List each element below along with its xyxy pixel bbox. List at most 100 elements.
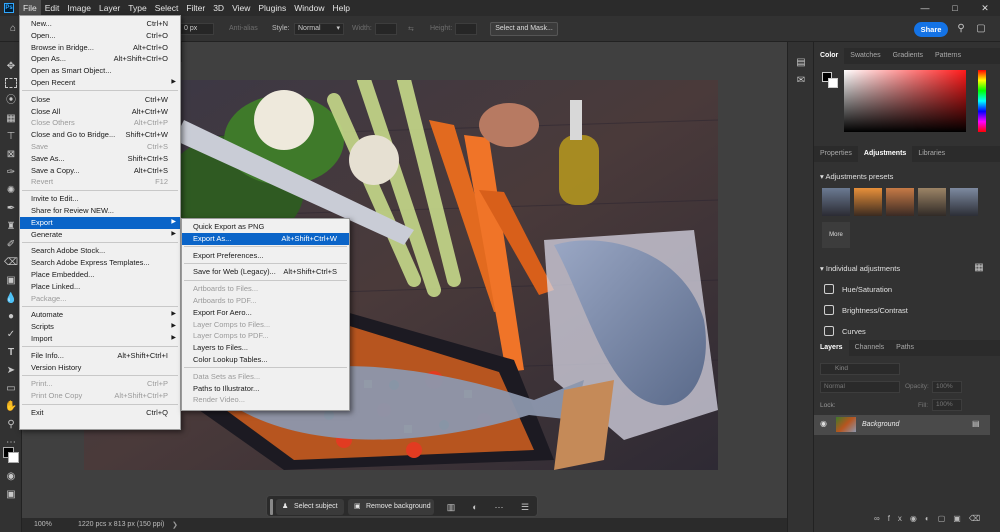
menu-file[interactable]: File (19, 0, 41, 16)
crop-tool-icon[interactable]: ⊤ (4, 130, 18, 144)
tab-layers[interactable]: Layers (814, 340, 849, 356)
move-tool-icon[interactable]: ✥ (4, 60, 18, 74)
menu-item-paths-to-illustrator[interactable]: Paths to Illustrator... (182, 383, 349, 395)
share-button[interactable]: Share (914, 22, 948, 37)
menu-item-export-for-aero[interactable]: Export For Aero... (182, 307, 349, 319)
adjust-icon[interactable]: ◐ (468, 500, 482, 514)
clone-stamp-tool-icon[interactable]: ♜ (4, 220, 18, 234)
settings-sliders-icon[interactable]: ☰ (518, 500, 532, 514)
width-field[interactable] (375, 23, 397, 35)
height-field[interactable] (455, 23, 477, 35)
menu-type[interactable]: Type (124, 0, 150, 16)
menu-item-close-others[interactable]: Close Others Alt+Ctrl+P (20, 117, 180, 129)
menu-image[interactable]: Image (63, 0, 95, 16)
menu-item-package[interactable]: Package... (20, 293, 180, 305)
menu-item-generate[interactable]: Generate ▶ (20, 229, 180, 241)
menu-help[interactable]: Help (328, 0, 353, 16)
quick-mask-icon[interactable]: ◉ (4, 470, 18, 484)
visibility-eye-icon[interactable]: ◉ (820, 419, 827, 428)
opacity-field[interactable]: 100% (932, 381, 962, 393)
menu-window[interactable]: Window (290, 0, 328, 16)
tab-patterns[interactable]: Patterns (929, 48, 967, 64)
transform-icon[interactable]: ▥ (444, 500, 458, 514)
background-color-swatch[interactable] (8, 452, 19, 463)
screen-mode-icon[interactable]: ▣ (4, 488, 18, 502)
path-selection-tool-icon[interactable]: ➤ (4, 364, 18, 378)
menu-item-export-as[interactable]: Export As... Alt+Shift+Ctrl+W (182, 232, 349, 245)
menu-item-save-for-web-legacy[interactable]: Save for Web (Legacy)... Alt+Shift+Ctrl+S (182, 266, 349, 278)
menu-plugins[interactable]: Plugins (254, 0, 290, 16)
menu-item-invite-to-edit[interactable]: Invite to Edit... (20, 193, 180, 205)
menu-item-new[interactable]: New... Ctrl+N (20, 18, 180, 30)
tab-swatches[interactable]: Swatches (844, 48, 886, 64)
menu-item-scripts[interactable]: Scripts ▶ (20, 321, 180, 333)
hand-tool-icon[interactable]: ✋ (4, 400, 18, 414)
menu-item-print[interactable]: Print... Ctrl+P (20, 378, 180, 390)
swap-icon[interactable]: ⇆ (408, 25, 414, 33)
color-picker-field[interactable] (844, 70, 966, 132)
drag-handle-icon[interactable] (270, 499, 273, 515)
menu-item-data-sets-as-files[interactable]: Data Sets as Files... (182, 371, 349, 383)
menu-item-export-preferences[interactable]: Export Preferences... (182, 250, 349, 262)
more-options-icon[interactable]: ⋯ (492, 500, 506, 514)
menu-item-color-lookup-tables[interactable]: Color Lookup Tables... (182, 354, 349, 366)
menu-item-quick-export-as-png[interactable]: Quick Export as PNG (182, 221, 349, 233)
eraser-tool-icon[interactable]: ⌫ (4, 256, 18, 270)
preset-thumbnail[interactable] (918, 188, 946, 216)
menu-item-revert[interactable]: Revert F12 (20, 176, 180, 188)
menu-item-file-info[interactable]: File Info... Alt+Shift+Ctrl+I (20, 350, 180, 362)
history-brush-tool-icon[interactable]: ✐ (4, 238, 18, 252)
background-swatch[interactable] (828, 78, 838, 88)
rectangle-tool-icon[interactable]: ▭ (4, 382, 18, 396)
menu-select[interactable]: Select (151, 0, 183, 16)
menu-item-close-all[interactable]: Close All Alt+Ctrl+W (20, 106, 180, 118)
menu-item-export[interactable]: Export ▶ (20, 216, 180, 229)
adjustments-presets-heading[interactable]: ▾ Adjustments presets (820, 172, 893, 181)
menu-item-save[interactable]: Save Ctrl+S (20, 141, 180, 153)
menu-item-layers-to-files[interactable]: Layers to Files... (182, 342, 349, 354)
minimize-icon[interactable]: — (910, 0, 940, 16)
grid-view-icon[interactable]: ▦ (972, 261, 986, 275)
comments-panel-icon[interactable]: ✉ (794, 74, 808, 88)
tab-adjustments[interactable]: Adjustments (857, 146, 913, 162)
maximize-icon[interactable]: □ (940, 0, 970, 16)
menu-item-share-for-review-new[interactable]: Share for Review NEW... (20, 205, 180, 217)
menu-item-open-as-smart-object[interactable]: Open as Smart Object... (20, 65, 180, 77)
menu-item-search-adobe-stock[interactable]: Search Adobe Stock... (20, 245, 180, 257)
blend-mode-select[interactable]: Normal (820, 381, 900, 393)
tab-color[interactable]: Color (814, 48, 845, 64)
marquee-tool-icon[interactable] (5, 78, 17, 88)
menu-item-place-embedded[interactable]: Place Embedded... (20, 269, 180, 281)
menu-item-save-as[interactable]: Save As... Shift+Ctrl+S (20, 153, 180, 165)
brush-tool-icon[interactable]: ✒ (4, 202, 18, 216)
menu-item-render-video[interactable]: Render Video... (182, 394, 349, 406)
healing-brush-tool-icon[interactable]: ✺ (4, 184, 18, 198)
menu-item-open[interactable]: Open... Ctrl+O (20, 30, 180, 42)
menu-item-layer-comps-to-pdf[interactable]: Layer Comps to PDF... (182, 330, 349, 342)
menu-filter[interactable]: Filter (182, 0, 209, 16)
remove-background-button[interactable]: ▣ Remove background (348, 499, 434, 515)
fill-field[interactable]: 100% (932, 399, 962, 411)
menu-layer[interactable]: Layer (95, 0, 124, 16)
search-icon[interactable]: ⚲ (954, 22, 968, 36)
object-selection-tool-icon[interactable]: ▦ (4, 112, 18, 126)
hue-slider[interactable] (978, 70, 986, 132)
adjustment-hue-saturation[interactable]: Hue/Saturation (824, 284, 892, 294)
menu-item-open-recent[interactable]: Open Recent ▶ (20, 77, 180, 89)
menu-item-import[interactable]: Import ▶ (20, 333, 180, 345)
tab-libraries[interactable]: Libraries (912, 146, 951, 162)
menu-item-place-linked[interactable]: Place Linked... (20, 281, 180, 293)
lasso-tool-icon[interactable]: ⦿ (4, 94, 18, 108)
preset-thumbnail[interactable] (950, 188, 978, 216)
pen-tool-icon[interactable]: ✓ (4, 328, 18, 342)
menu-3d[interactable]: 3D (209, 0, 228, 16)
menu-item-save-a-copy[interactable]: Save a Copy... Alt+Ctrl+S (20, 165, 180, 177)
more-presets-button[interactable]: More (822, 222, 850, 248)
menu-item-open-as[interactable]: Open As... Alt+Shift+Ctrl+O (20, 53, 180, 65)
preset-thumbnail[interactable] (854, 188, 882, 216)
anti-alias-checkbox-label[interactable]: Anti-alias (229, 25, 258, 32)
menu-item-artboards-to-pdf[interactable]: Artboards to PDF... (182, 295, 349, 307)
individual-adjustments-heading[interactable]: ▾ Individual adjustments (820, 264, 900, 273)
type-tool-icon[interactable]: T (4, 346, 18, 360)
menu-item-version-history[interactable]: Version History (20, 362, 180, 374)
